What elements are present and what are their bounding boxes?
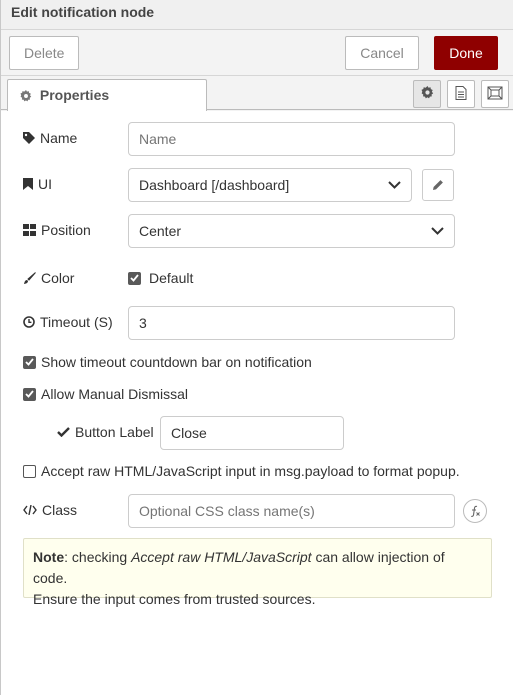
raw-html-row: Accept raw HTML/JavaScript input in msg.… [23, 463, 460, 479]
allow-dismissal-row: Allow Manual Dismissal [23, 386, 188, 402]
show-countdown-checkbox[interactable] [23, 355, 36, 369]
color-default-row: Default [128, 270, 193, 286]
pencil-icon [433, 180, 443, 190]
chevron-down-icon [388, 181, 401, 189]
note-line-2: Ensure the input comes from trusted sour… [33, 591, 316, 607]
name-row: Name [23, 130, 77, 146]
button-label-row: Button Label [57, 424, 154, 440]
show-countdown-label: Show timeout countdown bar on notificati… [41, 354, 312, 370]
ui-row: UI [23, 176, 52, 192]
note-italic: Accept raw HTML/JavaScript [131, 549, 312, 565]
edit-ui-button[interactable] [422, 169, 454, 201]
class-input[interactable] [128, 494, 455, 528]
chevron-down-icon [431, 227, 444, 235]
note-line-1: Note: checking Accept raw HTML/JavaScrip… [33, 547, 482, 589]
paintbrush-icon [24, 271, 36, 284]
tag-icon [23, 132, 35, 144]
ui-select[interactable]: Dashboard [/dashboard] [128, 168, 412, 202]
button-label-label: Button Label [75, 424, 154, 440]
timeout-label: Timeout (S) [40, 314, 113, 330]
color-default-label: Default [149, 270, 194, 286]
note-bold: Note [33, 549, 65, 565]
ui-select-value: Dashboard [/dashboard] [139, 177, 290, 193]
name-input[interactable] [128, 122, 455, 156]
tab-settings[interactable] [413, 80, 441, 108]
class-label: Class [42, 502, 78, 518]
document-icon [455, 85, 467, 103]
cancel-button[interactable]: Cancel [345, 36, 419, 70]
function-icon [470, 505, 480, 517]
color-row: Color [23, 270, 74, 286]
position-row: Position [23, 222, 91, 238]
check-icon [130, 274, 139, 282]
done-button[interactable]: Done [434, 36, 498, 70]
name-label: Name [40, 130, 78, 146]
class-expression-button[interactable] [463, 499, 487, 523]
raw-html-label: Accept raw HTML/JavaScript input in msg.… [41, 463, 460, 479]
position-label: Position [41, 222, 91, 238]
check-icon [25, 358, 34, 366]
button-label-input[interactable] [160, 416, 344, 450]
timeout-row: Timeout (S) [23, 314, 113, 330]
code-icon [23, 505, 37, 515]
allow-dismissal-checkbox[interactable] [23, 387, 36, 401]
bookmark-icon [23, 178, 33, 190]
position-select-value: Center [139, 223, 182, 239]
delete-button[interactable]: Delete [9, 36, 79, 70]
clock-icon [23, 316, 35, 328]
tab-appearance[interactable] [481, 80, 509, 108]
frame-icon [487, 86, 503, 103]
show-countdown-row: Show timeout countdown bar on notificati… [23, 354, 312, 370]
ui-label: UI [38, 176, 52, 192]
tab-properties[interactable]: Properties [7, 79, 207, 111]
position-select[interactable]: Center [128, 214, 455, 248]
gear-icon [20, 82, 32, 112]
security-note: Note: checking Accept raw HTML/JavaScrip… [23, 538, 492, 607]
class-row: Class [23, 502, 77, 518]
checkmark-icon [57, 427, 70, 437]
tab-properties-label: Properties [39, 87, 110, 103]
action-bar: Delete Cancel Done [1, 30, 513, 76]
note-text1: : checking [64, 549, 132, 565]
tab-bar: Properties [1, 76, 513, 111]
properties-panel: Name UI Dashboard [/dashboard] Position [1, 111, 513, 695]
tab-description[interactable] [447, 80, 475, 108]
color-label: Color [41, 270, 75, 286]
raw-html-checkbox[interactable] [23, 464, 36, 478]
check-icon [25, 390, 34, 398]
edit-dialog: Edit notification node Delete Cancel Don… [0, 0, 513, 695]
gear-icon [420, 86, 434, 102]
allow-dismissal-label: Allow Manual Dismissal [41, 386, 189, 402]
timeout-input[interactable] [128, 306, 455, 340]
grid-icon [23, 224, 36, 236]
dialog-title: Edit notification node [1, 0, 513, 30]
color-default-checkbox[interactable] [128, 271, 141, 285]
